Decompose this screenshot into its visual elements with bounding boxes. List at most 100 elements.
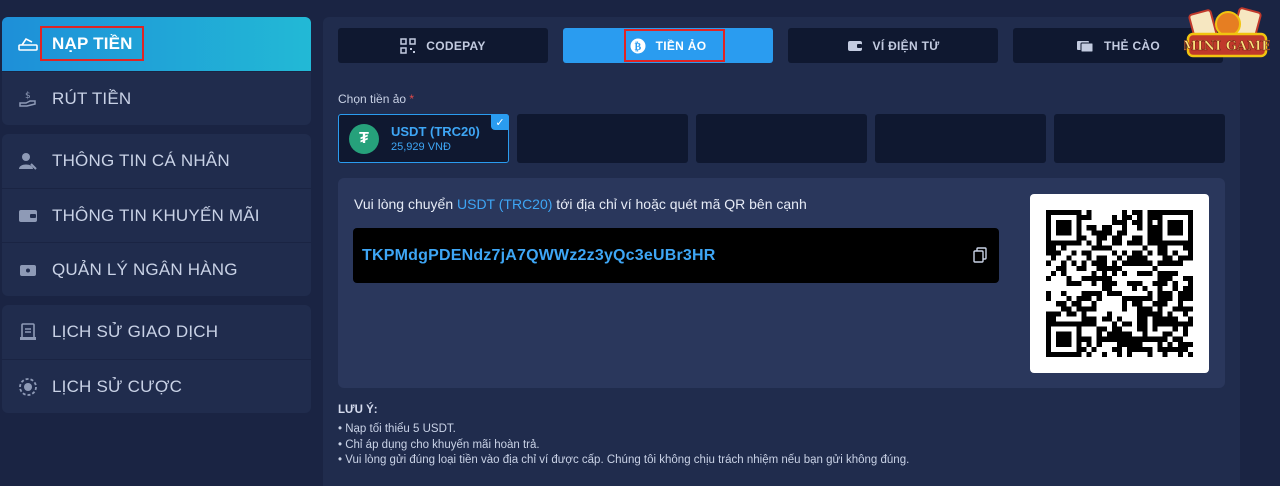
sidebar-item-bet-history[interactable]: LỊCH SỬ CƯỢC bbox=[2, 359, 311, 413]
tab-label: CODEPAY bbox=[426, 38, 486, 53]
qr-module bbox=[1061, 210, 1067, 216]
sidebar: NẠP TIỀN $ RÚT TIỀN THÔNG TIN CÁ NHÂN TH… bbox=[2, 17, 311, 422]
sidebar-item-transaction-history[interactable]: LỊCH SỬ GIAO DỊCH bbox=[2, 305, 311, 359]
qr-module bbox=[1076, 326, 1082, 332]
qr-module bbox=[1056, 265, 1062, 271]
qr-module bbox=[1167, 275, 1173, 281]
e-wallet-icon bbox=[847, 39, 863, 53]
svg-text:$: $ bbox=[25, 91, 31, 101]
qr-module bbox=[1137, 220, 1143, 226]
coin-option-empty[interactable] bbox=[517, 114, 688, 163]
qr-module bbox=[1167, 321, 1173, 327]
qr-module bbox=[1046, 235, 1052, 241]
sidebar-item-profile[interactable]: THÔNG TIN CÁ NHÂN bbox=[2, 134, 311, 188]
qr-module bbox=[1106, 286, 1112, 292]
qr-module bbox=[1096, 240, 1102, 246]
qr-module bbox=[1066, 240, 1072, 246]
coin-option-empty[interactable] bbox=[1054, 114, 1225, 163]
qr-module bbox=[1086, 351, 1092, 357]
qr-module bbox=[1091, 270, 1097, 276]
qr-module bbox=[1106, 225, 1112, 231]
qr-module bbox=[1076, 265, 1082, 271]
qr-module bbox=[1081, 346, 1087, 352]
chip-icon bbox=[18, 377, 38, 397]
qr-module bbox=[1127, 255, 1133, 261]
qr-module bbox=[1081, 311, 1087, 317]
qr-module bbox=[1046, 346, 1052, 352]
qr-module bbox=[1147, 311, 1153, 317]
qr-module bbox=[1167, 230, 1173, 236]
qr-module bbox=[1162, 245, 1168, 251]
qr-module bbox=[1187, 351, 1193, 357]
qr-module bbox=[1061, 225, 1067, 231]
qr-module bbox=[1061, 230, 1067, 236]
qr-module bbox=[1142, 245, 1148, 251]
qr-module bbox=[1177, 260, 1183, 266]
coin-option-empty[interactable] bbox=[875, 114, 1046, 163]
tab-e-wallet[interactable]: VÍ ĐIỆN TỬ bbox=[788, 28, 998, 63]
qr-module bbox=[1061, 265, 1067, 271]
coin-select-label-text: Chọn tiền ảo bbox=[338, 92, 407, 106]
coin-option-empty[interactable] bbox=[696, 114, 867, 163]
instruction-coin: USDT (TRC20) bbox=[457, 196, 553, 212]
qr-module bbox=[1167, 296, 1173, 302]
qr-module bbox=[1157, 296, 1163, 302]
qr-module bbox=[1101, 336, 1107, 342]
wallet-address-box[interactable]: TKPMdgPDENdz7jA7QWWz2z3yQc3eUBr3HR bbox=[353, 228, 999, 283]
qr-module bbox=[1177, 225, 1183, 231]
qr-module bbox=[1096, 265, 1102, 271]
qr-module bbox=[1182, 341, 1188, 347]
qr-module bbox=[1167, 270, 1173, 276]
tab-codepay[interactable]: CODEPAY bbox=[338, 28, 548, 63]
qr-module bbox=[1147, 235, 1153, 241]
coin-options: ₮ USDT (TRC20) 25,929 VNĐ ✓ bbox=[338, 114, 1225, 163]
qr-module bbox=[1056, 240, 1062, 246]
qr-module bbox=[1086, 306, 1092, 312]
qr-module bbox=[1111, 260, 1117, 266]
qr-module bbox=[1127, 351, 1133, 357]
qr-module bbox=[1046, 250, 1052, 256]
main-panel: CODEPAY ₿ TIỀN ẢO VÍ ĐIỆN TỬ THẺ CÀO Chọ… bbox=[323, 17, 1240, 486]
qr-module bbox=[1106, 275, 1112, 281]
qr-module bbox=[1051, 240, 1057, 246]
coin-option-usdt-trc20[interactable]: ₮ USDT (TRC20) 25,929 VNĐ ✓ bbox=[338, 114, 509, 163]
qr-module bbox=[1091, 306, 1097, 312]
qr-module bbox=[1091, 245, 1097, 251]
qr-module bbox=[1137, 250, 1143, 256]
qr-module bbox=[1122, 341, 1128, 347]
qr-module bbox=[1061, 220, 1067, 226]
qr-module bbox=[1106, 336, 1112, 342]
qr-module bbox=[1157, 250, 1163, 256]
qr-module bbox=[1172, 260, 1178, 266]
copy-icon[interactable] bbox=[973, 247, 987, 268]
qr-module bbox=[1182, 245, 1188, 251]
qr-module bbox=[1076, 346, 1082, 352]
sidebar-item-promotions[interactable]: THÔNG TIN KHUYẾN MÃI bbox=[2, 188, 311, 242]
qr-module bbox=[1177, 220, 1183, 226]
qr-module bbox=[1187, 286, 1193, 292]
qr-module bbox=[1116, 240, 1123, 246]
qr-module bbox=[1066, 210, 1072, 216]
qr-module bbox=[1061, 336, 1067, 342]
qr-module bbox=[1177, 301, 1183, 307]
qr-module bbox=[1122, 306, 1128, 312]
required-mark: * bbox=[409, 92, 415, 106]
qr-module bbox=[1157, 311, 1163, 317]
qr-module bbox=[1046, 225, 1052, 231]
qr-module bbox=[1076, 321, 1082, 327]
qr-module bbox=[1147, 210, 1153, 216]
qr-module bbox=[1132, 296, 1138, 302]
qr-module bbox=[1056, 225, 1062, 231]
sidebar-item-label: QUẢN LÝ NGÂN HÀNG bbox=[52, 259, 238, 279]
qr-module bbox=[1066, 275, 1072, 281]
sidebar-item-bank[interactable]: QUẢN LÝ NGÂN HÀNG bbox=[2, 242, 311, 296]
sidebar-item-label: THÔNG TIN CÁ NHÂN bbox=[52, 151, 230, 170]
qr-module bbox=[1177, 306, 1183, 312]
sidebar-item-withdraw[interactable]: $ RÚT TIỀN bbox=[2, 71, 311, 125]
qr-module bbox=[1116, 316, 1123, 322]
qr-module bbox=[1096, 255, 1102, 261]
qr-module bbox=[1076, 301, 1082, 307]
qr-module bbox=[1157, 301, 1163, 307]
qr-module bbox=[1046, 316, 1052, 322]
qr-module bbox=[1142, 331, 1148, 337]
